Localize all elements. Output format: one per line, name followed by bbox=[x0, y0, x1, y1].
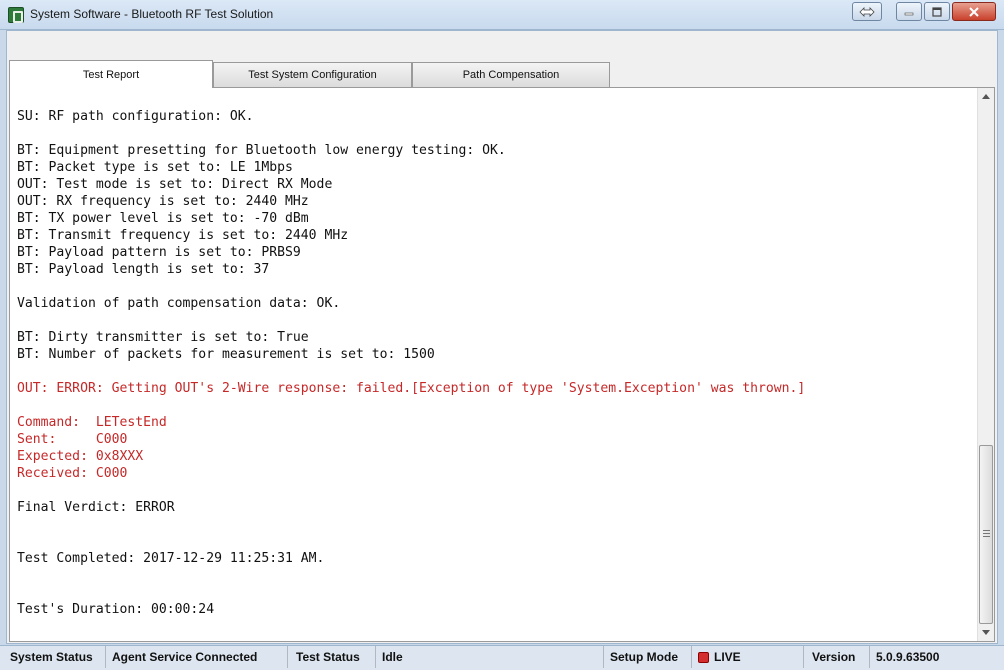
chevron-down-icon bbox=[982, 630, 990, 635]
setup-mode-text: LIVE bbox=[714, 650, 741, 664]
log-line: Expected: 0x8XXX bbox=[17, 449, 144, 464]
vertical-scrollbar[interactable] bbox=[977, 88, 994, 641]
log-line: SU: RF path configuration: OK. bbox=[17, 109, 254, 124]
log-line: BT: Payload pattern is set to: PRBS9 bbox=[17, 245, 301, 260]
log-line: Test Completed: 2017-12-29 11:25:31 AM. bbox=[17, 551, 325, 566]
tab-path-compensation[interactable]: Path Compensation bbox=[412, 62, 610, 87]
log-line: Final Verdict: ERROR bbox=[17, 500, 175, 515]
log-line: OUT: RX frequency is set to: 2440 MHz bbox=[17, 194, 309, 209]
log-line: BT: Payload length is set to: 37 bbox=[17, 262, 270, 277]
app-icon bbox=[8, 7, 24, 23]
close-icon bbox=[969, 6, 979, 17]
version-label: Version bbox=[808, 646, 870, 668]
log-line: BT: TX power level is set to: -70 dBm bbox=[17, 211, 309, 226]
system-status-value: Agent Service Connected bbox=[108, 646, 288, 668]
log-line: BT: Transmit frequency is set to: 2440 M… bbox=[17, 228, 349, 243]
setup-mode-value: LIVE bbox=[694, 646, 804, 668]
test-status-label: Test Status bbox=[292, 646, 376, 668]
tab-test-system-configuration[interactable]: Test System Configuration bbox=[213, 62, 412, 87]
main-client-area: Test Report Test System Configuration Pa… bbox=[6, 30, 998, 644]
log-line: BT: Packet type is set to: LE 1Mbps bbox=[17, 160, 293, 175]
scroll-up-button[interactable] bbox=[978, 88, 994, 105]
status-bar: System Status Agent Service Connected Te… bbox=[0, 645, 1004, 670]
window-controls bbox=[852, 2, 996, 21]
log-line: BT: Equipment presetting for Bluetooth l… bbox=[17, 143, 506, 158]
log-line: Sent: C000 bbox=[17, 432, 128, 447]
test-report-panel: SU: RF path configuration: OK. BT: Equipm… bbox=[9, 87, 995, 642]
grip-icon bbox=[983, 530, 990, 537]
maximize-button[interactable] bbox=[924, 2, 950, 21]
log-line: Validation of path compensation data: OK… bbox=[17, 296, 341, 311]
log-line: Command: LETestEnd bbox=[17, 415, 167, 430]
setup-mode-label: Setup Mode bbox=[606, 646, 692, 668]
title-bar: System Software - Bluetooth RF Test Solu… bbox=[0, 0, 1004, 30]
log-line: OUT: Test mode is set to: Direct RX Mode bbox=[17, 177, 333, 192]
scrollbar-thumb[interactable] bbox=[979, 445, 993, 624]
test-report-log: SU: RF path configuration: OK. BT: Equipm… bbox=[17, 108, 972, 618]
test-status-value: Idle bbox=[378, 646, 604, 668]
log-line: OUT: ERROR: Getting OUT's 2-Wire respons… bbox=[17, 381, 806, 396]
log-line: BT: Dirty transmitter is set to: True bbox=[17, 330, 309, 345]
log-line: BT: Number of packets for measurement is… bbox=[17, 347, 435, 362]
window-title: System Software - Bluetooth RF Test Solu… bbox=[30, 7, 274, 21]
resize-arrows-icon bbox=[859, 6, 875, 17]
resize-arrows-button[interactable] bbox=[852, 2, 882, 21]
minimize-button[interactable] bbox=[896, 2, 922, 21]
maximize-icon bbox=[932, 6, 942, 17]
system-status-label: System Status bbox=[6, 646, 106, 668]
scroll-down-button[interactable] bbox=[978, 624, 994, 641]
version-value: 5.0.9.63500 bbox=[876, 650, 940, 664]
live-indicator-icon bbox=[698, 651, 709, 663]
chevron-up-icon bbox=[982, 94, 990, 99]
tab-test-report[interactable]: Test Report bbox=[9, 60, 213, 88]
log-line: Test's Duration: 00:00:24 bbox=[17, 602, 215, 617]
minimize-icon bbox=[904, 12, 914, 15]
close-button[interactable] bbox=[952, 2, 996, 21]
log-line: Received: C000 bbox=[17, 466, 128, 481]
